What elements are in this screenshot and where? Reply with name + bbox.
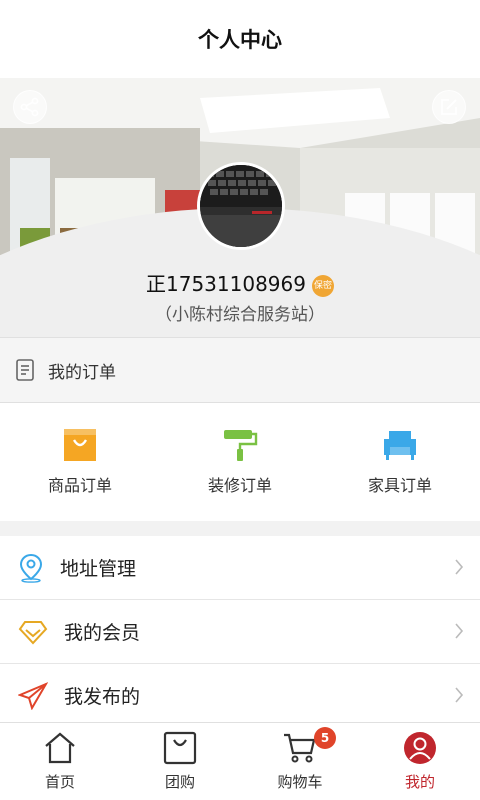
user-phone-name: 正17531108969 [146,272,306,296]
tab-label: 首页 [44,773,75,791]
paper-plane-icon [18,681,48,710]
bag-icon [163,731,197,765]
avatar[interactable] [197,162,285,250]
profile-hero: 正17531108969 保密 （小陈村综合服务站） [0,78,480,337]
shopping-bag-icon [64,429,96,461]
share-icon [20,97,39,117]
share-button[interactable] [13,90,47,124]
menu-item-label: 我的会员 [64,622,141,644]
order-type-furniture[interactable]: 家具订单 [320,403,480,521]
menu-item-address[interactable]: 地址管理 [0,536,480,600]
document-icon [16,359,34,381]
paint-roller-icon [224,430,258,461]
tab-label: 购物车 [277,773,323,791]
tab-label: 团购 [164,773,195,791]
chevron-right-icon [455,623,464,639]
tab-group-buy[interactable]: 团购 [120,723,240,800]
order-type-label: 家具订单 [367,476,432,495]
user-name: 正17531108969 保密 [0,268,480,297]
menu-item-my-posts[interactable]: 我发布的 [0,664,480,728]
title-bar: 个人中心 [0,0,480,78]
edit-profile-button[interactable] [432,90,466,124]
sofa-icon [384,431,416,460]
order-type-label: 商品订单 [47,476,112,495]
tab-home[interactable]: 首页 [0,723,120,800]
cart-count-badge: 5 [314,727,336,749]
menu-item-label: 地址管理 [60,558,137,580]
service-station: （小陈村综合服务站） [155,305,325,325]
avatar-image [200,165,282,247]
chevron-right-icon [455,559,464,575]
settings-menu: 地址管理 我的会员 我发布的 [0,536,480,728]
tab-cart[interactable]: 5 购物车 [240,723,360,800]
order-type-goods[interactable]: 商品订单 [0,403,160,521]
order-type-renovation[interactable]: 装修订单 [160,403,320,521]
tab-mine[interactable]: 我的 [360,723,480,800]
bottom-tab-bar: 首页 团购 5 购物车 我的 [0,722,480,800]
chevron-right-icon [455,687,464,703]
location-pin-icon [19,553,43,583]
tab-label: 我的 [404,773,435,791]
home-icon [45,732,75,764]
gender-badge: 保密 [311,274,334,297]
edit-icon [441,99,457,115]
my-orders-label: 我的订单 [48,362,116,383]
menu-item-membership[interactable]: 我的会员 [0,600,480,664]
menu-item-label: 我发布的 [64,686,141,708]
cart-icon [284,733,316,763]
order-types: 商品订单 装修订单 家具订单 [0,403,480,521]
my-orders-row[interactable]: 我的订单 [0,337,480,403]
page-title: 个人中心 [198,28,282,52]
diamond-icon [18,620,48,644]
order-type-label: 装修订单 [207,476,272,495]
user-icon [404,732,436,764]
